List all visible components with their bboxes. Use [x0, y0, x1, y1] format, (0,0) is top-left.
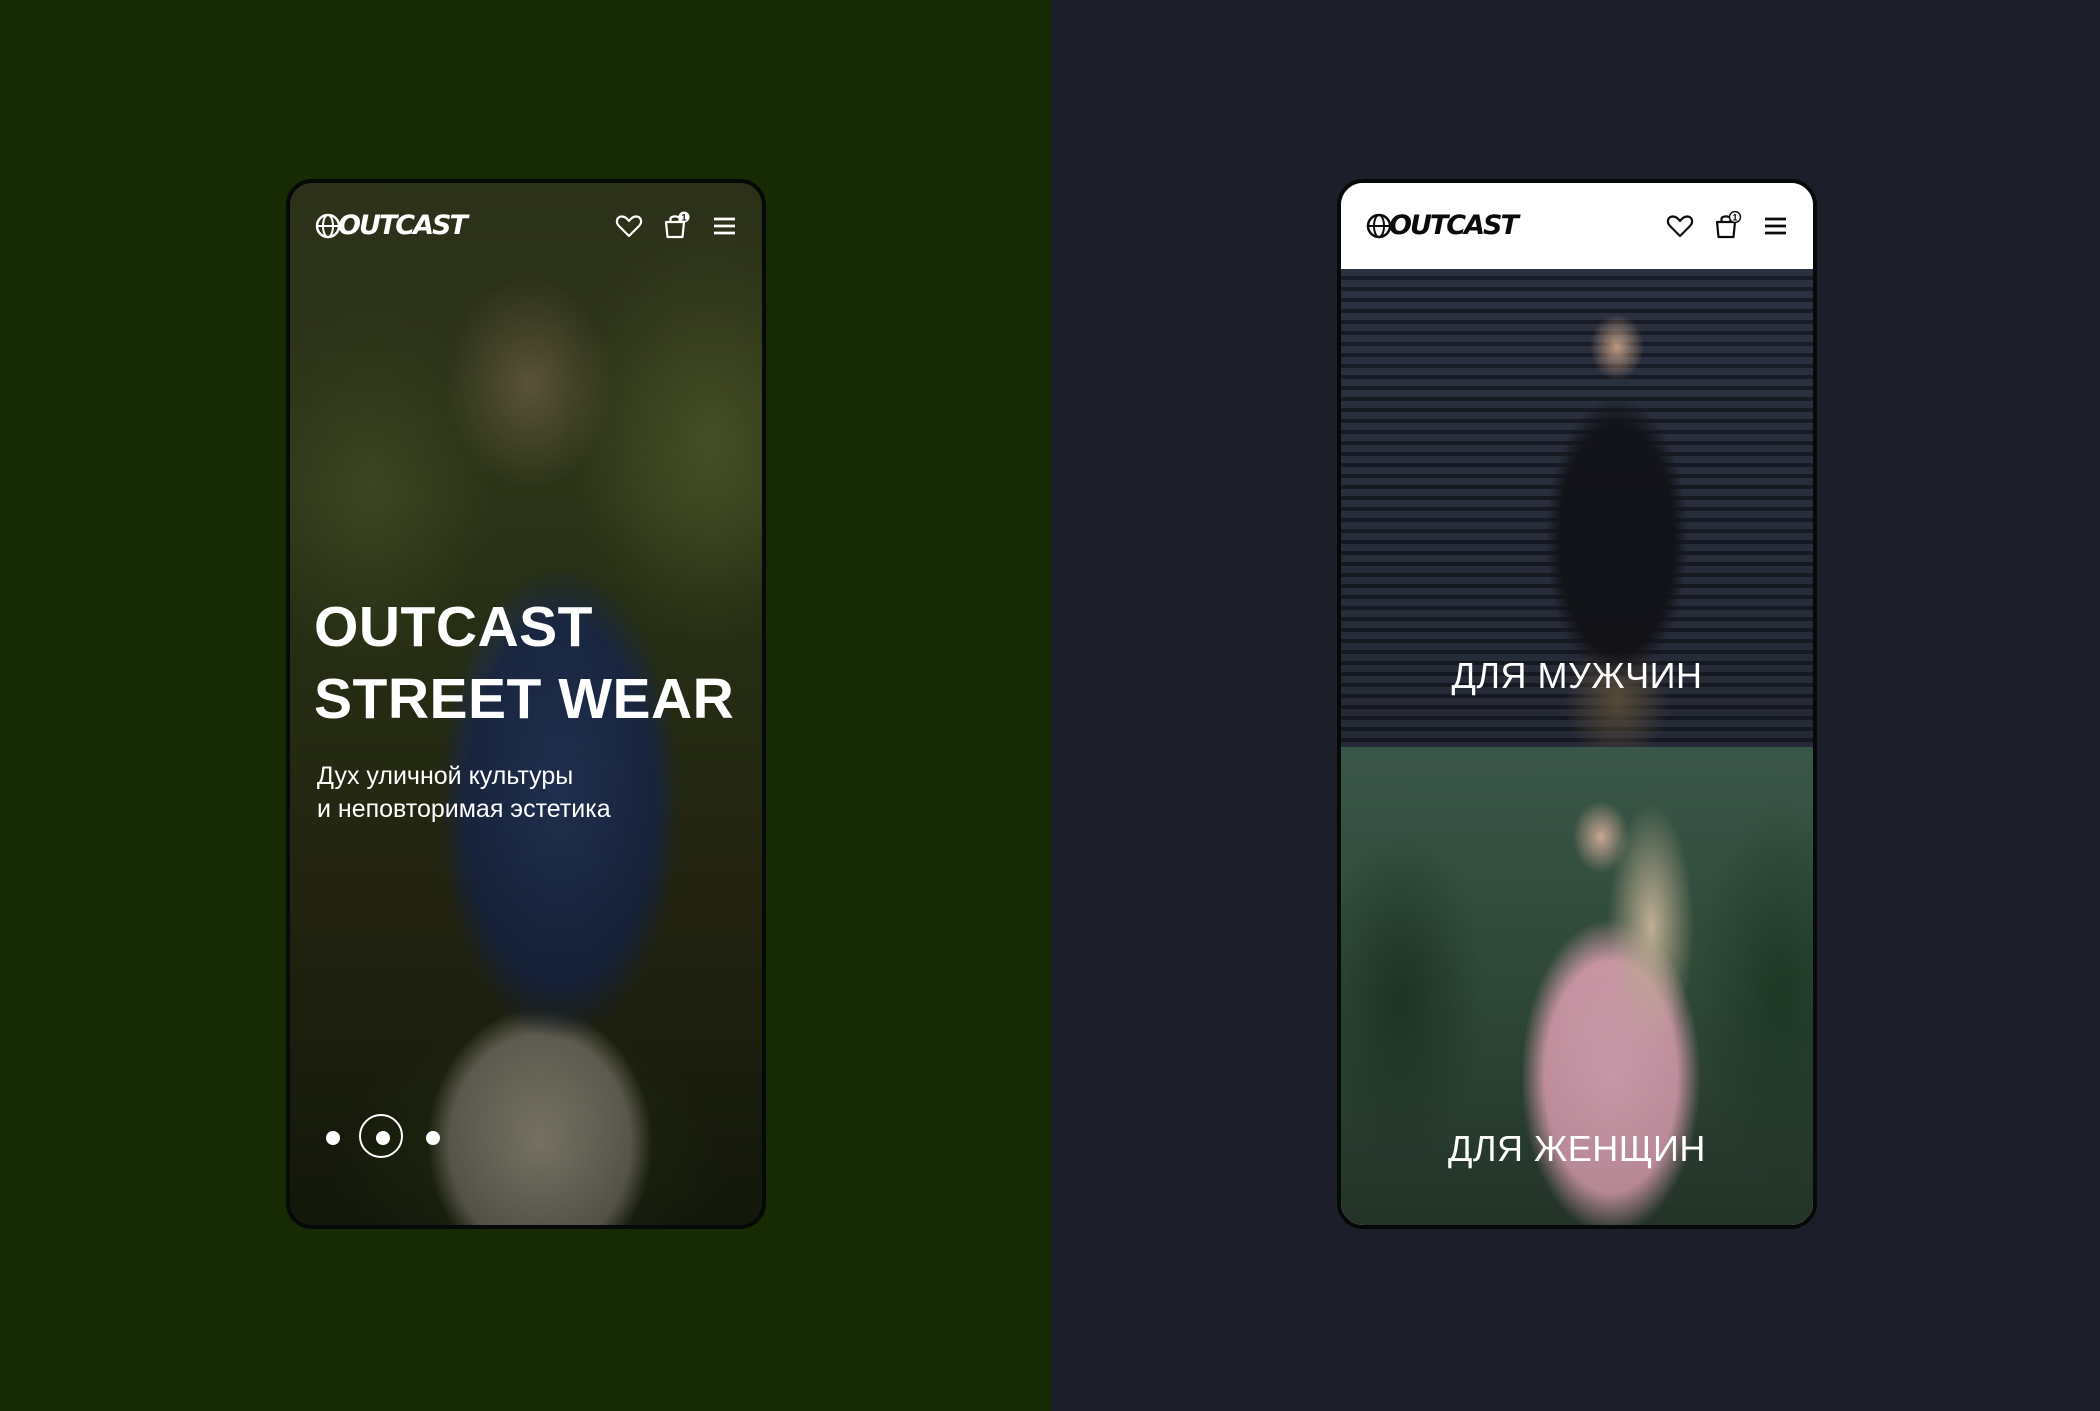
cart-button[interactable]: 1 [1712, 211, 1742, 241]
brand-logo[interactable]: OUTCAST [1365, 210, 1519, 241]
brand-logo-text: OUTCAST [338, 210, 468, 241]
slider-dot-1[interactable] [326, 1131, 340, 1145]
menu-button[interactable] [710, 211, 740, 241]
hero-subtitle-line-1: Дух уличной культуры [317, 762, 574, 790]
header: OUTCAST 1 [290, 183, 762, 269]
heart-icon [1666, 215, 1694, 238]
slider-pagination [326, 1113, 496, 1163]
shopping-bag-icon: 1 [664, 211, 690, 239]
category-women-label: ДЛЯ ЖЕНЩИН [1448, 1128, 1706, 1169]
hero-title: OUTCAST STREET WEAR [314, 591, 754, 735]
wishlist-button[interactable] [614, 211, 644, 241]
hamburger-menu-icon [714, 217, 735, 235]
slider-dot-2-active[interactable] [376, 1131, 390, 1145]
hero-title-line-2: STREET WEAR [314, 667, 735, 731]
cart-count-badge: 1 [1732, 213, 1737, 223]
phone-categories-screen: OUTCAST 1 ДЛЯ МУЖЧИН ДЛЯ ЖЕНЩИН [1337, 179, 1817, 1229]
wishlist-button[interactable] [1665, 211, 1695, 241]
phone-home-screen: OUTCAST 1 OUTCAST STREET WEAR Дух улично… [286, 179, 766, 1229]
hero-subtitle: Дух уличной культуры и неповторимая эсте… [317, 760, 737, 826]
cart-count-badge: 1 [681, 213, 686, 223]
hero-subtitle-line-2: и неповторимая эстетика [317, 795, 611, 823]
shopping-bag-icon: 1 [1715, 211, 1742, 239]
category-men-label: ДЛЯ МУЖЧИН [1451, 655, 1703, 696]
hamburger-menu-icon [1765, 217, 1786, 235]
brand-logo-text: OUTCAST [1389, 210, 1519, 241]
cart-button[interactable]: 1 [661, 211, 691, 241]
category-card-men[interactable]: ДЛЯ МУЖЧИН [1341, 269, 1813, 747]
menu-button[interactable] [1761, 211, 1791, 241]
brand-logo[interactable]: OUTCAST [314, 210, 468, 241]
heart-icon [615, 215, 643, 238]
hero-title-line-1: OUTCAST [314, 595, 593, 659]
slider-dot-3[interactable] [426, 1131, 440, 1145]
category-card-women[interactable]: ДЛЯ ЖЕНЩИН [1341, 747, 1813, 1225]
header: OUTCAST 1 [1341, 183, 1813, 269]
